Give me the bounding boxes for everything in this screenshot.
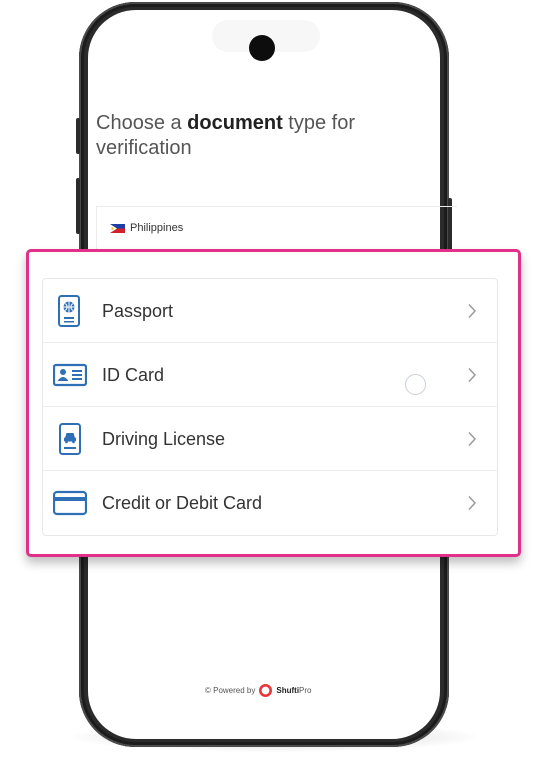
front-camera (249, 35, 275, 61)
document-option-label: Credit or Debit Card (102, 493, 263, 513)
document-option-label: Driving License (102, 429, 226, 449)
document-option-label: Passport (102, 301, 174, 321)
shuftipro-logo-icon (259, 683, 273, 697)
phone-volume-up-button (76, 178, 80, 234)
brand-name-light: Pro (299, 685, 312, 695)
brand-name-bold: Shufti (276, 685, 300, 695)
driving-license-icon (59, 423, 81, 455)
phone-action-button (76, 118, 80, 154)
document-option-id-card[interactable]: ID Card (43, 343, 497, 407)
page-title-prefix: Choose a (96, 112, 188, 134)
document-option-credit-card[interactable]: Credit or Debit Card (43, 471, 497, 535)
touch-cursor (405, 374, 426, 395)
page-title: Choose a document type for verification (96, 111, 396, 161)
country-name: Philippines (130, 222, 184, 234)
page-title-emphasis: document (187, 112, 283, 134)
id-card-icon (53, 363, 87, 387)
document-option-label: ID Card (102, 365, 165, 385)
chevron-right-icon (468, 495, 477, 511)
document-option-driving-license[interactable]: Driving License (43, 407, 497, 471)
powered-by-footer: © Powered by ShuftiPro (205, 682, 312, 698)
document-option-passport[interactable]: Passport (43, 279, 497, 343)
philippines-flag-icon (110, 224, 125, 233)
chevron-right-icon (468, 367, 477, 383)
credit-card-icon (53, 490, 87, 516)
chevron-right-icon (468, 431, 477, 447)
chevron-right-icon (468, 303, 477, 319)
document-type-list: Passport ID Card Driving License Credit … (42, 278, 498, 536)
powered-by-text: © Powered by (205, 685, 256, 695)
passport-icon (58, 295, 80, 327)
brand-name: ShuftiPro (276, 686, 311, 695)
